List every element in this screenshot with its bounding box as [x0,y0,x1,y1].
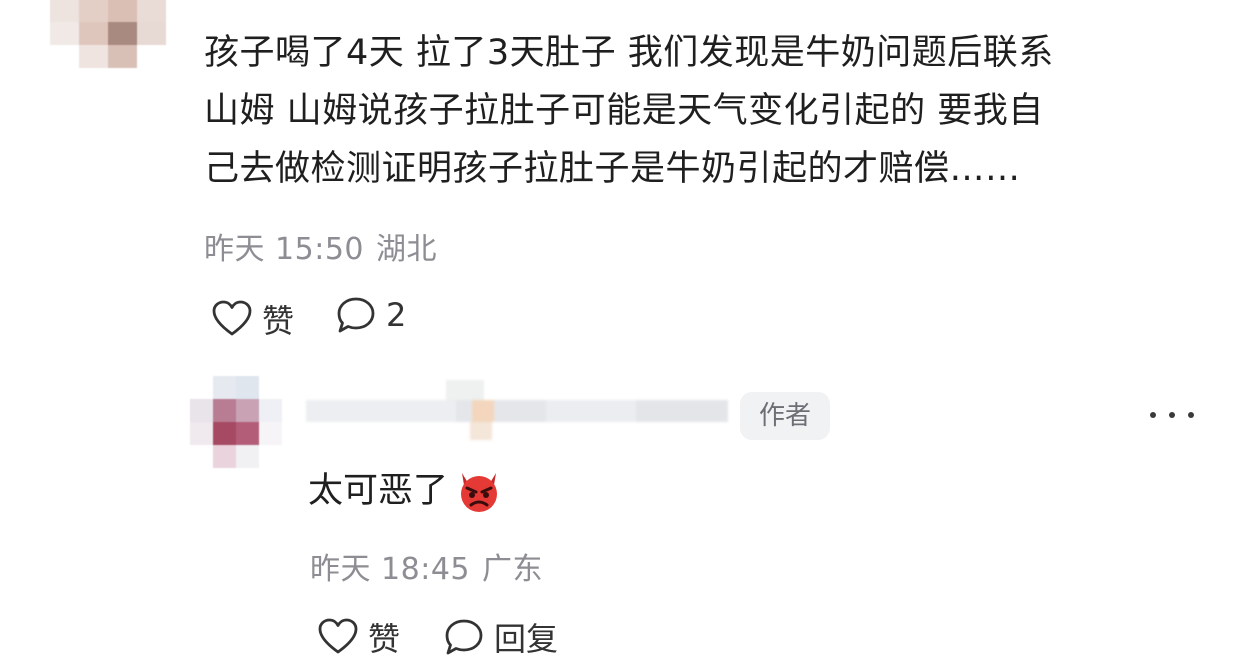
comment-line: 己去做检测证明孩子拉肚子是牛奶引起的才赔偿…… [204,149,1021,189]
reply-author-avatar[interactable] [190,376,282,468]
comment-time: 昨天 15:50 [204,232,364,267]
heart-outline-icon [212,300,252,336]
reply-label: 回复 [494,620,559,658]
reply-count: 2 [386,296,407,334]
comment-line: 山姆 山姆说孩子拉肚子可能是天气变化引起的 要我自 [204,91,1044,131]
comment-meta: 昨天 15:50 湖北 [204,224,437,268]
commenter-avatar[interactable] [50,0,166,68]
reply-location: 广东 [482,552,543,587]
reply-text-content: 太可恶了 [308,471,449,511]
comment-location: 湖北 [376,232,437,267]
like-label: 赞 [262,302,295,340]
reply-author-name-blurred[interactable] [306,380,728,442]
heart-outline-icon [318,618,358,654]
comment-line: 孩子喝了4天 拉了3天肚子 我们发现是牛奶问题后联系 [204,33,1054,73]
comment-text: 孩子喝了4天 拉了3天肚子 我们发现是牛奶问题后联系 山姆 山姆说孩子拉肚子可能… [204,24,1204,198]
angry-devil-emoji-icon [461,473,498,512]
speech-bubble-icon [445,619,483,655]
more-options-icon[interactable] [1150,400,1194,430]
like-label: 赞 [368,620,401,658]
comment-like-button[interactable]: 赞 [212,296,294,342]
comment-reply-button[interactable]: 2 [336,296,406,334]
reply-time: 昨天 18:45 [310,552,470,587]
reply-meta: 昨天 18:45 广东 [310,544,543,588]
author-badge: 作者 [740,392,830,440]
reply-text: 太可恶了 [308,462,502,520]
reply-reply-button[interactable]: 回复 [444,614,558,660]
speech-bubble-icon [337,297,375,333]
reply-like-button[interactable]: 赞 [318,614,400,660]
